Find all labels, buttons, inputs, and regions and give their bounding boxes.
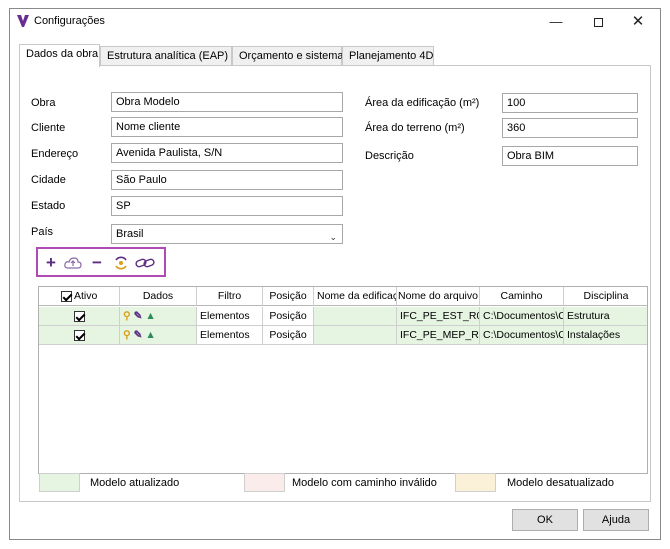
filtro-cell[interactable]: Elementos (197, 326, 263, 345)
caminho-cell[interactable]: C:\Documentos\C (480, 326, 564, 345)
area-terreno-label: Área do terreno (m²) (365, 122, 465, 134)
ativo-cell[interactable] (39, 307, 120, 326)
plus-icon[interactable]: + (41, 253, 61, 273)
cliente-label: Cliente (31, 122, 66, 134)
cliente-field[interactable]: Nome cliente (111, 117, 343, 137)
column-header-caminho[interactable]: Caminho (480, 287, 564, 306)
nome-arquivo-cell[interactable]: IFC_PE_MEP_R00.i (397, 326, 480, 345)
pencil-icon[interactable]: ✎ (134, 329, 143, 341)
dados-cell[interactable]: ⚲ ✎ ▲ (120, 307, 197, 326)
nome-arquivo-cell[interactable]: IFC_PE_EST_R00.if (397, 307, 480, 326)
legend-label-invalid: Modelo com caminho inválido (292, 477, 437, 489)
maximize-icon[interactable] (578, 9, 618, 35)
endereco-label: Endereço (31, 148, 79, 160)
table-row[interactable]: ⚲ ✎ ▲ Elementos Posição IFC_PE_MEP_R00.i… (39, 326, 647, 345)
caminho-cell[interactable]: C:\Documentos\C (480, 307, 564, 326)
filtro-cell[interactable]: Elementos (197, 307, 263, 326)
cidade-field[interactable]: São Paulo (111, 170, 343, 190)
close-icon[interactable]: ✕ (618, 9, 658, 35)
title-bar: Configurações — ✕ (10, 9, 660, 35)
settings-dialog: Configurações — ✕ Dados da obra Estrutur… (9, 8, 661, 540)
legend-swatch-invalid (244, 473, 285, 492)
model-icon[interactable]: ▲ (145, 310, 155, 322)
descricao-label: Descrição (365, 150, 414, 162)
app-logo-icon (17, 15, 29, 27)
search-icon[interactable]: ⚲ (123, 310, 131, 322)
legend-label-updated: Modelo atualizado (90, 477, 180, 489)
model-toolbar: + − (36, 247, 166, 277)
pais-selected-value: Brasil (116, 228, 144, 240)
nome-edificacao-cell[interactable] (314, 307, 397, 326)
cidade-label: Cidade (31, 174, 66, 186)
legend-swatch-outdated (455, 473, 496, 492)
pais-select[interactable]: Brasil ⌄ (111, 224, 343, 244)
column-header-nome-edificacao[interactable]: Nome da edificaç (314, 287, 397, 306)
minimize-icon[interactable]: — (536, 9, 576, 35)
grid-header-row: Ativo Dados Filtro Posição Nome da edifi… (39, 287, 647, 306)
tab-orcamento-e-sistema[interactable]: Orçamento e sistema (232, 46, 344, 66)
column-header-posicao[interactable]: Posição (263, 287, 314, 306)
search-icon[interactable]: ⚲ (123, 329, 131, 341)
posicao-cell[interactable]: Posição (263, 307, 314, 326)
dados-cell[interactable]: ⚲ ✎ ▲ (120, 326, 197, 345)
pencil-icon[interactable]: ✎ (134, 310, 143, 322)
area-terreno-field[interactable]: 360 (502, 118, 638, 138)
link-icon[interactable] (135, 253, 155, 273)
estado-field[interactable]: SP (111, 196, 343, 216)
column-header-filtro[interactable]: Filtro (197, 287, 263, 306)
disciplina-cell[interactable]: Estrutura (564, 307, 647, 326)
posicao-cell[interactable]: Posição (263, 326, 314, 345)
tab-dados-da-obra[interactable]: Dados da obra (19, 44, 100, 67)
obra-label: Obra (31, 97, 56, 109)
chevron-down-icon: ⌄ (329, 232, 337, 242)
obra-field[interactable]: Obra Modelo (111, 92, 343, 112)
column-header-ativo-label: Ativo (74, 290, 98, 302)
cloud-upload-icon[interactable] (63, 253, 83, 273)
minus-icon[interactable]: − (87, 253, 107, 273)
table-row[interactable]: ⚲ ✎ ▲ Elementos Posição IFC_PE_EST_R00.i… (39, 307, 647, 326)
window-title: Configurações (34, 15, 105, 27)
ativo-cell[interactable] (39, 326, 120, 345)
legend-swatch-updated (39, 473, 80, 492)
refresh-icon[interactable] (111, 253, 131, 273)
disciplina-cell[interactable]: Instalações (564, 326, 647, 345)
tab-panel-dados-da-obra: Obra Obra Modelo Cliente Nome cliente En… (19, 65, 651, 502)
pais-label: País (31, 226, 54, 238)
column-header-ativo[interactable]: Ativo (39, 287, 120, 306)
help-button[interactable]: Ajuda (583, 509, 649, 531)
model-icon[interactable]: ▲ (145, 329, 155, 341)
legend-label-outdated: Modelo desatualizado (507, 477, 615, 489)
area-edificacao-label: Área da edificação (m²) (365, 97, 480, 109)
endereco-field[interactable]: Avenida Paulista, S/N (111, 143, 343, 163)
select-all-checkbox[interactable] (60, 290, 72, 302)
estado-label: Estado (31, 200, 66, 212)
descricao-field[interactable]: Obra BIM (502, 146, 638, 166)
ativo-checkbox[interactable] (73, 310, 85, 322)
ok-button[interactable]: OK (512, 509, 578, 531)
models-grid: Ativo Dados Filtro Posição Nome da edifi… (38, 286, 648, 474)
tab-planejamento-4d[interactable]: Planejamento 4D (342, 46, 434, 66)
column-header-disciplina[interactable]: Disciplina (564, 287, 647, 306)
area-edificacao-field[interactable]: 100 (502, 93, 638, 113)
ativo-checkbox[interactable] (73, 329, 85, 341)
column-header-nome-arquivo[interactable]: Nome do arquivo (397, 287, 480, 306)
nome-edificacao-cell[interactable] (314, 326, 397, 345)
tab-estrutura-analitica[interactable]: Estrutura analítica (EAP) (100, 46, 232, 66)
column-header-dados[interactable]: Dados (120, 287, 197, 306)
